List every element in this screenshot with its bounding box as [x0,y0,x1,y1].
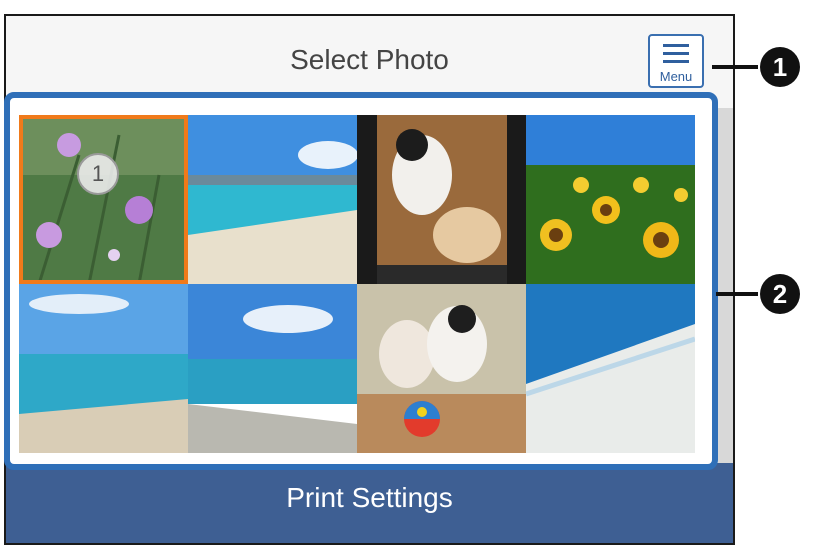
scrollbar[interactable] [718,108,733,463]
photo-thumbnail-sunflowers[interactable] [526,115,695,284]
photo-thumbnail-waves[interactable] [526,284,695,453]
photo-thumbnail-sea-shore[interactable] [188,284,357,453]
callout-number-1: 1 [760,47,800,87]
menu-label: Menu [659,69,693,84]
callout-line-2 [716,292,758,296]
menu-icon [663,44,689,68]
selection-count-badge: 1 [77,153,119,195]
print-settings-label[interactable]: Print Settings [6,482,733,514]
photo-thumbnail-dogs-ball[interactable] [357,284,526,453]
photo-grid: 1 [19,115,695,453]
photo-thumbnail-dogs[interactable] [357,115,526,284]
callout-number-2: 2 [760,274,800,314]
photo-thumbnail-beach[interactable] [188,115,357,284]
menu-button[interactable]: Menu [648,34,704,88]
photo-thumbnail-flowers[interactable]: 1 [19,115,188,284]
photo-thumbnail-sea[interactable] [19,284,188,453]
callout-line-1 [712,65,758,69]
page-title: Select Photo [290,44,449,75]
